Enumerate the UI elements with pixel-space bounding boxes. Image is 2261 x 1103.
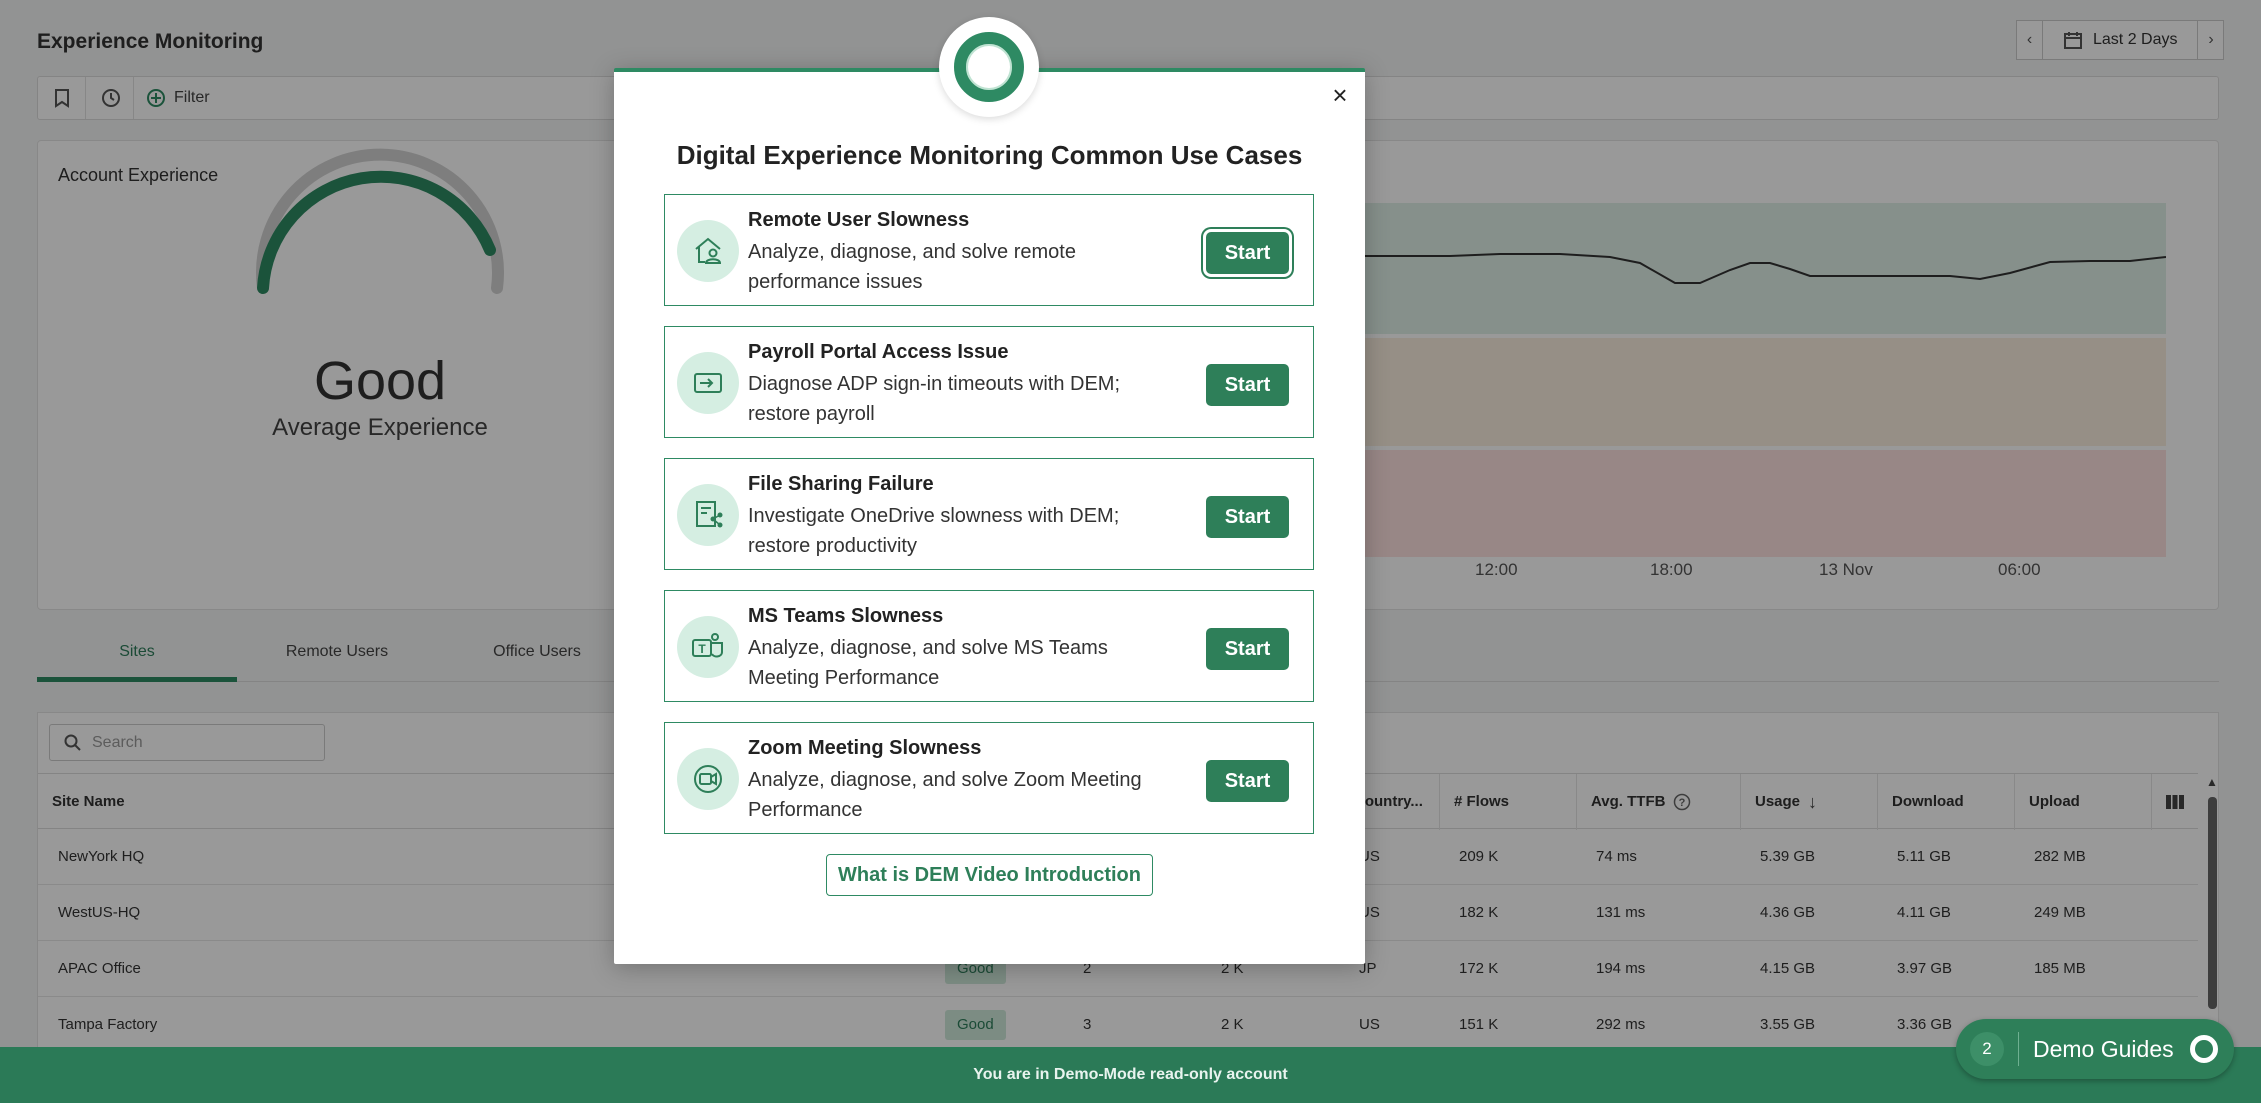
start-button[interactable]: Start [1206, 232, 1289, 274]
use-case-card: File Sharing Failure Investigate OneDriv… [664, 458, 1314, 570]
use-case-title: Remote User Slowness [748, 209, 970, 231]
start-button[interactable]: Start [1206, 496, 1289, 538]
close-button[interactable]: × [1323, 78, 1357, 112]
svg-text:T: T [698, 642, 706, 656]
use-case-title: File Sharing Failure [748, 473, 934, 495]
sign-in-icon [677, 352, 739, 414]
dem-video-intro-button[interactable]: What is DEM Video Introduction [826, 854, 1153, 896]
use-case-title: Payroll Portal Access Issue [748, 341, 1009, 363]
logo-ring-icon [954, 32, 1024, 102]
start-button[interactable]: Start [1206, 628, 1289, 670]
use-case-description: Diagnose ADP sign-in timeouts with DEM; … [748, 373, 1121, 425]
demo-guides-label: Demo Guides [2033, 1035, 2174, 1062]
use-case-description: Analyze, diagnose, and solve remote perf… [748, 241, 1076, 293]
video-camera-icon [677, 748, 739, 810]
demo-guides-button[interactable]: 2 Demo Guides [1956, 1019, 2234, 1079]
use-case-card: Remote User Slowness Analyze, diagnose, … [664, 194, 1314, 306]
use-case-description: Analyze, diagnose, and solve Zoom Meetin… [748, 769, 1142, 821]
use-case-description: Analyze, diagnose, and solve MS Teams Me… [748, 637, 1108, 689]
use-case-card: Payroll Portal Access Issue Diagnose ADP… [664, 326, 1314, 438]
demo-guides-logo-icon [2190, 1035, 2218, 1063]
app-logo [939, 17, 1039, 117]
demo-mode-banner: You are in Demo-Mode read-only account [0, 1047, 2261, 1103]
use-case-title: Zoom Meeting Slowness [748, 737, 982, 759]
file-share-icon [677, 484, 739, 546]
modal-title: Digital Experience Monitoring Common Use… [676, 140, 1303, 170]
use-case-card: Zoom Meeting Slowness Analyze, diagnose,… [664, 722, 1314, 834]
start-button[interactable]: Start [1206, 760, 1289, 802]
use-case-title: MS Teams Slowness [748, 605, 944, 627]
remote-home-user-icon [677, 220, 739, 282]
divider [2018, 1032, 2019, 1066]
demo-guides-count: 2 [1970, 1032, 2004, 1066]
close-icon: × [1332, 79, 1348, 110]
start-button[interactable]: Start [1206, 364, 1289, 406]
teams-icon: T [677, 616, 739, 678]
use-case-card: T MS Teams Slowness Analyze, diagnose, a… [664, 590, 1314, 702]
use-case-description: Investigate OneDrive slowness with DEM; … [748, 505, 1120, 557]
